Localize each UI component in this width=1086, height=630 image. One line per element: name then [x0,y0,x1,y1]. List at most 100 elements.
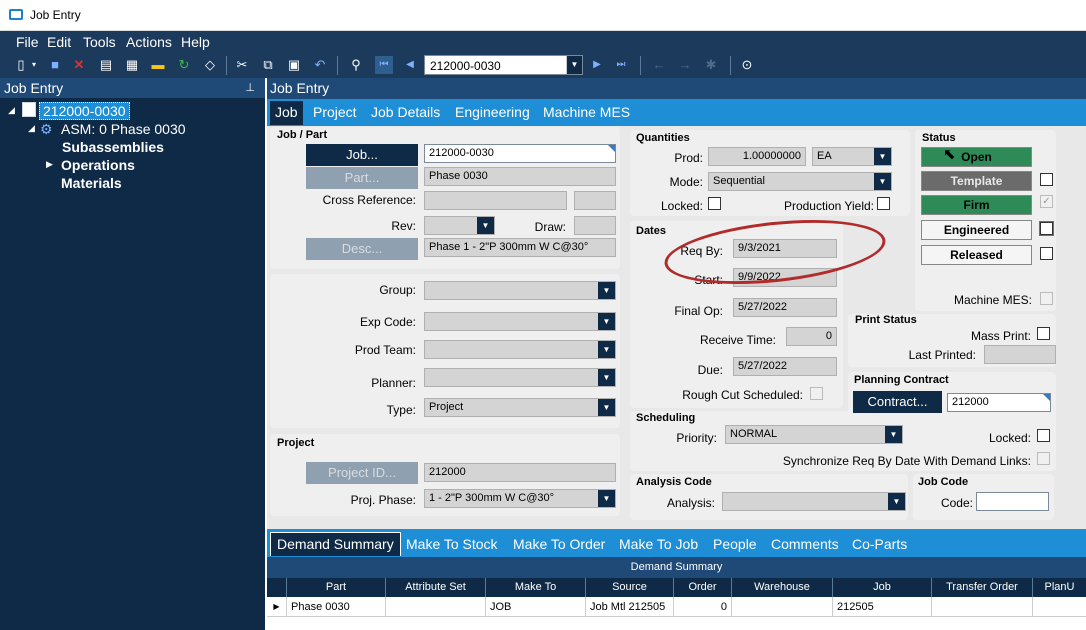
grid-cell-transfer-order[interactable] [932,597,1033,617]
contract-field[interactable]: 212000 [947,393,1051,412]
chevron-down-icon[interactable]: ▼ [477,217,494,234]
priority-combo[interactable]: NORMAL ▼ [725,425,903,444]
previous-record-icon[interactable]: ◀ [401,56,419,74]
menu-help[interactable]: Help [181,34,210,50]
tab-demand-summary[interactable]: Demand Summary [270,532,401,556]
play-circle-icon[interactable]: ⊙ [738,56,756,74]
grid-cell-make-to[interactable]: JOB [486,597,586,617]
firm-status-button[interactable]: Firm [921,195,1032,215]
engineered-status-button[interactable]: Engineered [921,220,1032,240]
first-record-icon[interactable]: ⏮ [375,56,393,74]
menu-actions[interactable]: Actions [126,34,172,50]
proj-phase-combo[interactable]: 1 - 2"P 300mm W C@30° ▼ [424,489,616,508]
menu-edit[interactable]: Edit [47,34,71,50]
grid-cell-part[interactable]: Phase 0030 [287,597,386,617]
column-header-source[interactable]: Source [586,578,674,597]
scheduling-locked-checkbox[interactable] [1037,429,1050,442]
chevron-down-icon[interactable]: ▼ [885,426,902,443]
delete-icon[interactable]: ✕ [70,56,88,74]
tab-people[interactable]: People [713,536,757,552]
column-header-transfer-order[interactable]: Transfer Order [932,578,1033,597]
expand-icon[interactable]: ▶ [46,159,53,170]
tab-project[interactable]: Project [313,104,357,120]
column-header-part[interactable]: Part [287,578,386,597]
tab-comments[interactable]: Comments [771,536,839,552]
grid-cell-job[interactable]: 212505 [833,597,932,617]
grid-cell-attribute-set[interactable] [386,597,486,617]
template-checkbox[interactable] [1040,173,1053,186]
analysis-combo[interactable]: ▼ [722,492,906,511]
tab-make-to-stock[interactable]: Make To Stock [406,536,498,552]
tree-assembly[interactable]: ASM: 0 Phase 0030 [61,121,186,137]
column-header-attribute-set[interactable]: Attribute Set [386,578,486,597]
grid-cell-planu[interactable] [1033,597,1086,617]
column-header-job[interactable]: Job [833,578,932,597]
tab-co-parts[interactable]: Co-Parts [852,536,907,552]
chevron-down-icon[interactable]: ▼ [598,399,615,416]
tab-job[interactable]: Job [270,101,303,125]
chevron-down-icon[interactable]: ▼ [598,313,615,330]
tree-operations[interactable]: Operations [61,157,135,173]
released-checkbox[interactable] [1040,247,1053,260]
released-status-button[interactable]: Released [921,245,1032,265]
grid-cell-source[interactable]: Job Mtl 212505 [586,597,674,617]
tab-make-to-order[interactable]: Make To Order [513,536,605,552]
job-field[interactable]: 212000-0030 [424,144,616,163]
chevron-down-icon[interactable]: ▼ [598,282,615,299]
job-number-combo[interactable]: 212000-0030 ▼ [424,55,583,75]
group-combo[interactable]: ▼ [424,281,616,300]
production-yield-checkbox[interactable] [877,197,890,210]
tree-materials[interactable]: Materials [61,175,122,191]
copy-icon[interactable]: ⧉ [259,56,277,74]
cut-icon[interactable]: ✂ [233,56,251,74]
column-header-order[interactable]: Order [674,578,732,597]
chevron-down-icon[interactable]: ▼ [598,341,615,358]
job-button[interactable]: Job... [306,144,418,166]
template-status-button[interactable]: Template [921,171,1032,191]
eraser-icon[interactable]: ◇ [201,56,219,74]
search-icon[interactable]: ⚲ [347,56,365,74]
tree-subassemblies[interactable]: Subassemblies [62,139,164,155]
mode-combo[interactable]: Sequential ▼ [708,172,892,191]
tree-root-job[interactable]: 212000-0030 [39,102,130,120]
new-dropdown-icon[interactable]: ▾ [28,56,40,74]
open-status-button[interactable]: Open [921,147,1032,167]
chevron-down-icon[interactable]: ▼ [598,369,615,386]
menu-tools[interactable]: Tools [83,34,116,50]
code-field[interactable] [976,492,1049,511]
mass-print-checkbox[interactable] [1037,327,1050,340]
book-icon[interactable]: ▤ [97,56,115,74]
refresh-icon[interactable]: ↻ [175,56,193,74]
column-header-planu[interactable]: PlanU [1033,578,1086,597]
grid-cell-order[interactable]: 0 [674,597,732,617]
next-record-icon[interactable]: ▶ [588,56,606,74]
save-icon[interactable]: ■ [46,56,64,74]
type-combo[interactable]: Project ▼ [424,398,616,417]
grid-cell-warehouse[interactable] [732,597,833,617]
exp-code-combo[interactable]: ▼ [424,312,616,331]
row-pointer-icon[interactable]: ▶ [267,597,287,617]
planner-combo[interactable]: ▼ [424,368,616,387]
grid-icon[interactable]: ▦ [123,56,141,74]
last-record-icon[interactable]: ⏭ [612,56,630,74]
tab-job-details[interactable]: Job Details [371,104,440,120]
chevron-down-icon[interactable]: ▼ [888,493,905,510]
chevron-down-icon[interactable]: ▼ [874,148,891,165]
rev-combo[interactable]: ▼ [424,216,495,235]
undo-icon[interactable]: ↶ [311,56,329,74]
paste-icon[interactable]: ▣ [285,56,303,74]
column-header-make-to[interactable]: Make To [486,578,586,597]
collapse-icon[interactable]: ◢ [28,123,35,134]
attachment-icon[interactable]: ▬ [149,56,167,74]
contract-button[interactable]: Contract... [853,391,942,413]
tab-engineering[interactable]: Engineering [455,104,530,120]
menu-file[interactable]: File [16,34,39,50]
uom-combo[interactable]: EA ▼ [812,147,892,166]
chevron-down-icon[interactable]: ▼ [566,56,582,74]
column-header-warehouse[interactable]: Warehouse [732,578,833,597]
chevron-down-icon[interactable]: ▼ [598,490,615,507]
pin-icon[interactable]: ⊥ [245,81,255,94]
engineered-checkbox[interactable] [1039,221,1054,236]
collapse-icon[interactable]: ◢ [8,105,15,116]
tab-make-to-job[interactable]: Make To Job [619,536,698,552]
